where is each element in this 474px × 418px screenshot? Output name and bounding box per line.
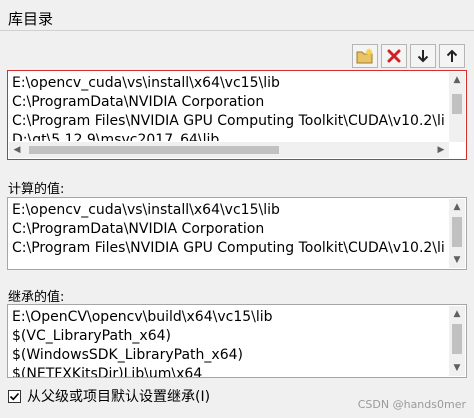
scroll-thumb[interactable]: [452, 94, 462, 114]
computed-values-box: E:\opencv_cuda\vs\install\x64\vc15\lib C…: [7, 197, 467, 270]
scroll-up-arrow-icon[interactable]: ▲: [449, 306, 465, 322]
move-up-button[interactable]: [439, 44, 465, 68]
new-line-button[interactable]: [352, 44, 378, 68]
scroll-thumb[interactable]: [452, 217, 462, 247]
delete-line-button[interactable]: [381, 44, 407, 68]
path-line[interactable]: E:\opencv_cuda\vs\install\x64\vc15\lib: [12, 74, 446, 93]
move-down-icon: [417, 50, 429, 63]
path-line[interactable]: D:\qt\5.12.9\msvc2017_64\lib: [12, 131, 446, 141]
inherit-checkbox[interactable]: [8, 389, 21, 403]
title-divider: [0, 30, 474, 31]
inherit-checkbox-label[interactable]: 从父级或项目默认设置继承(I): [27, 386, 210, 406]
delete-x-icon: [387, 49, 401, 63]
inherit-checkbox-row[interactable]: 从父级或项目默认设置继承(I): [8, 386, 210, 406]
scroll-thumb[interactable]: [452, 324, 462, 354]
scroll-down-arrow-icon[interactable]: ▼: [449, 252, 465, 268]
horizontal-scrollbar[interactable]: ◀ ▶: [9, 142, 449, 158]
vertical-scrollbar[interactable]: ▲ ▼: [449, 199, 465, 268]
move-up-icon: [446, 49, 458, 62]
scroll-thumb[interactable]: [29, 146, 279, 154]
inherited-values-label: 继承的值:: [8, 290, 65, 305]
scroll-up-arrow-icon[interactable]: ▲: [449, 72, 465, 88]
computed-line: E:\opencv_cuda\vs\install\x64\vc15\lib: [12, 202, 280, 218]
library-paths-editor[interactable]: E:\opencv_cuda\vs\install\x64\vc15\lib C…: [7, 70, 467, 160]
scroll-right-arrow-icon[interactable]: ▶: [433, 142, 449, 158]
path-line[interactable]: C:\ProgramData\NVIDIA Corporation: [12, 93, 446, 112]
scroll-up-arrow-icon[interactable]: ▲: [449, 199, 465, 215]
vertical-scrollbar[interactable]: ▲ ▼: [449, 306, 465, 376]
computed-values-label: 计算的值:: [8, 182, 65, 197]
window-title: 库目录: [8, 10, 54, 28]
computed-line: C:\ProgramData\NVIDIA Corporation: [12, 221, 265, 237]
move-down-button[interactable]: [410, 44, 436, 68]
inherited-line: $(VC_LibraryPath_x64): [12, 328, 171, 344]
scroll-left-arrow-icon[interactable]: ◀: [9, 142, 25, 158]
path-line[interactable]: C:\Program Files\NVIDIA GPU Computing To…: [12, 112, 446, 131]
inherited-values-box: E:\OpenCV\opencv\build\x64\vc15\lib $(VC…: [7, 304, 467, 378]
inherited-line: $(WindowsSDK_LibraryPath_x64): [12, 347, 243, 363]
scroll-down-arrow-icon[interactable]: ▼: [449, 360, 465, 376]
inherited-line: $(NETFXKitsDir)Lib\um\x64: [12, 366, 203, 377]
checkmark-icon: [9, 392, 20, 400]
new-folder-icon: [356, 48, 373, 64]
toolbar: [352, 44, 465, 70]
computed-line: C:\Program Files\NVIDIA GPU Computing To…: [12, 240, 446, 256]
vertical-scrollbar[interactable]: ▲: [449, 72, 465, 142]
watermark: CSDN @hands0mer: [357, 398, 466, 411]
inherited-line: E:\OpenCV\opencv\build\x64\vc15\lib: [12, 309, 273, 325]
